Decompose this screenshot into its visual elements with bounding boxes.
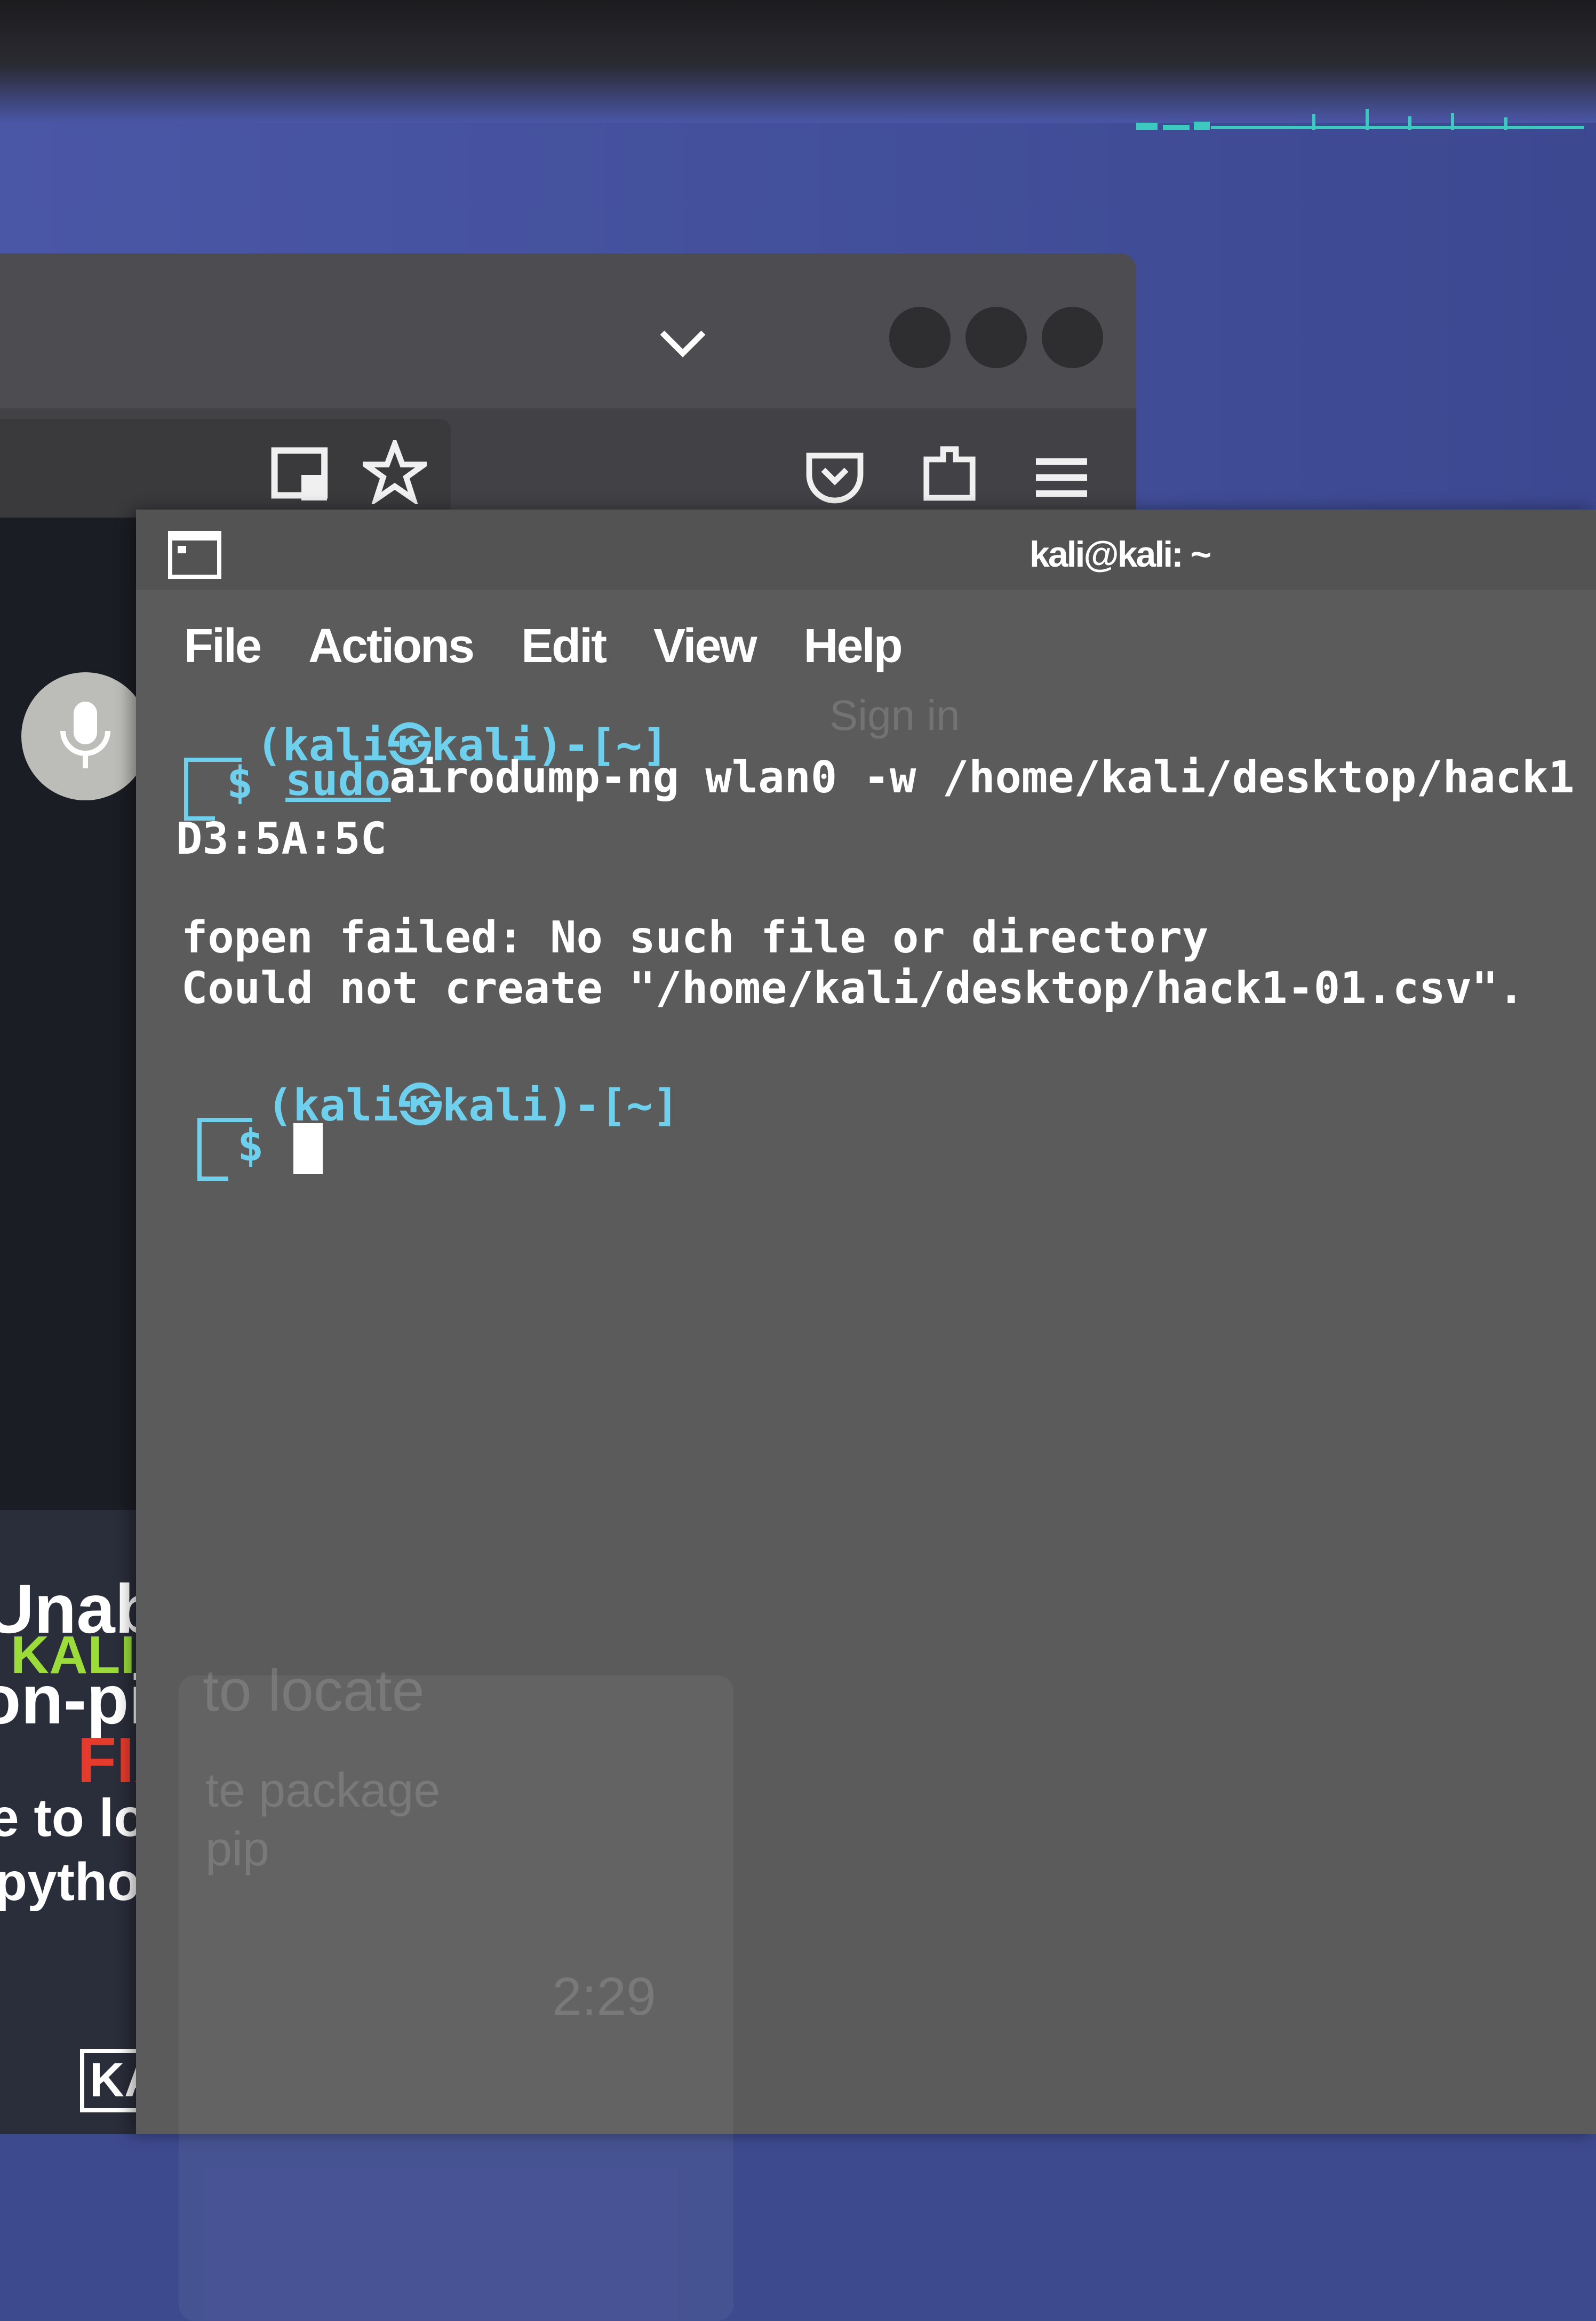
terminal-menubar: File Actions Edit View Help	[184, 619, 949, 688]
prompt-dollar: $	[227, 758, 253, 808]
menu-actions[interactable]: Actions	[308, 619, 475, 688]
menu-help[interactable]: Help	[804, 619, 903, 688]
menu-edit[interactable]: Edit	[521, 619, 607, 688]
microphone-button[interactable]	[21, 672, 149, 800]
ghost-text: pip	[205, 1823, 270, 1876]
audio-waveform	[1136, 109, 1584, 130]
microphone-icon	[60, 702, 110, 768]
screenshot-icon[interactable]	[269, 443, 333, 507]
desktop-top-bar	[0, 0, 1596, 123]
terminal-cursor	[293, 1123, 323, 1174]
ghost-time: 2:29	[552, 1967, 656, 2026]
ghost-sign-in: Sign in	[829, 691, 960, 739]
ghost-text: te package	[205, 1764, 441, 1817]
chevron-down-icon[interactable]	[653, 312, 712, 371]
browser-window	[0, 253, 1136, 552]
window-button-minimize[interactable]	[889, 307, 951, 368]
terminal-title: kali@kali: ~	[1030, 534, 1211, 575]
window-button-maximize[interactable]	[965, 307, 1027, 368]
star-icon[interactable]	[363, 440, 427, 504]
ghost-text: to locate	[203, 1658, 425, 1723]
menu-file[interactable]: File	[184, 619, 262, 688]
command-wrap: D3:5A:5C	[176, 814, 387, 864]
command-text: airodump-ng wlan0 -w /home/kali/desktop/…	[389, 752, 1596, 803]
window-button-close[interactable]	[1042, 307, 1103, 368]
pocket-icon[interactable]	[803, 443, 867, 507]
browser-titlebar	[0, 253, 1136, 408]
prompt-box-bottom	[184, 758, 215, 821]
prompt-box-bottom	[197, 1118, 228, 1181]
terminal-window[interactable]: kali@kali: ~ File Actions Edit View Help…	[136, 510, 1596, 2321]
error-line: fopen failed: No such file or directory	[181, 912, 1209, 963]
prompt-dollar: $	[237, 1120, 264, 1171]
terminal-titlebar: kali@kali: ~	[136, 510, 1596, 590]
error-line: Could not create "/home/kali/desktop/hac…	[181, 963, 1525, 1014]
command-sudo: sudo	[285, 755, 391, 806]
prompt-user-host: (kali㉿kali)-[~]	[267, 1080, 680, 1131]
terminal-output[interactable]: Sign in to locate te package pip 2:29 (k…	[136, 691, 1596, 2321]
terminal-icon	[168, 531, 221, 579]
menu-view[interactable]: View	[653, 619, 757, 688]
menu-icon[interactable]	[1030, 446, 1094, 510]
extensions-icon[interactable]	[917, 440, 981, 504]
